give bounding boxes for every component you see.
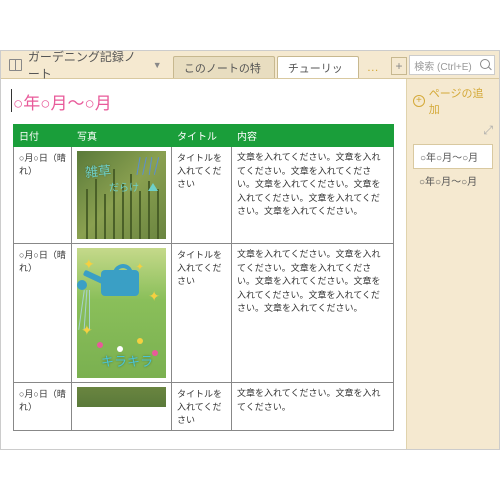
notebook-icon [9,59,22,71]
top-toolbar: ガーデニング記録ノート ▼ このノートの特長 チューリップ … + 検索 (Ct… [1,51,499,79]
date-cell[interactable]: ○月○日（晴れ） [14,383,72,431]
ink-scribble [136,157,160,181]
content-cell[interactable]: 文章を入れてください。文章を入れてください。文章を入れてください。文章を入れてく… [232,147,394,244]
ink-annotation: だらけ [109,179,139,194]
table-row: ○月○日（晴れ） ✦ ✦ ✦ ✦ キラキラ [14,244,394,383]
photo-partial [77,387,166,407]
photo-cell[interactable]: ✦ ✦ ✦ ✦ キラキラ [72,244,172,383]
page-canvas[interactable]: ○年○月～○月 日付 写真 タイトル 内容 ○月○日（晴れ） [1,79,407,449]
page-list-item[interactable]: ○年○月～○月 [413,169,493,192]
title-cell[interactable]: タイトルを入れてください [172,244,232,383]
tab-features[interactable]: このノートの特長 [173,56,275,78]
tabs-overflow-icon[interactable]: … [361,60,385,74]
title-cell[interactable]: タイトルを入れてください [172,147,232,244]
content-cell[interactable]: 文章を入れてください。文章を入れてください。 [232,383,394,431]
pin-icon[interactable]: ⤢ [413,123,493,138]
photo-watering: ✦ ✦ ✦ ✦ キラキラ [77,248,166,378]
ink-sparkle: ✦ [83,256,95,273]
page-list-item[interactable]: ○年○月～○月 [413,144,493,169]
text-cursor [11,89,12,112]
tab-tulip[interactable]: チューリップ [277,56,359,78]
photo-weeds: 雑草 だらけ [77,151,166,239]
page-sidebar: + ページの追加 ⤢ ○年○月～○月 ○年○月～○月 [407,79,499,449]
search-icon [480,59,490,69]
photo-cell[interactable]: 雑草 だらけ [72,147,172,244]
notebook-title[interactable]: ガーデニング記録ノート [28,48,148,82]
col-header-title[interactable]: タイトル [172,125,232,147]
date-cell[interactable]: ○月○日（晴れ） [14,147,72,244]
col-header-photo[interactable]: 写真 [72,125,172,147]
page-title[interactable]: ○年○月～○月 [13,89,394,114]
ink-triangle [148,183,158,191]
table-row: ○月○日（晴れ） 雑草 だらけ タイトルを入れてください 文章を入れてくだ [14,147,394,244]
table-row: ○月○日（晴れ） タイトルを入れてください 文章を入れてください。文章を入れてく… [14,383,394,431]
col-header-content[interactable]: 内容 [232,125,394,147]
ink-annotation: 雑草 [84,160,112,181]
title-cell[interactable]: タイトルを入れてください [172,383,232,431]
chevron-down-icon[interactable]: ▼ [153,60,162,70]
col-header-date[interactable]: 日付 [14,125,72,147]
search-input[interactable]: 検索 (Ctrl+E) [409,55,495,75]
plus-circle-icon: + [413,95,425,107]
ink-sparkle: ✦ [148,288,160,305]
content-cell[interactable]: 文章を入れてください。文章を入れてください。文章を入れてください。文章を入れてく… [232,244,394,383]
ink-annotation: キラキラ [101,351,153,370]
gardening-log-table: 日付 写真 タイトル 内容 ○月○日（晴れ） 雑草 だらけ [13,124,394,431]
photo-cell[interactable] [72,383,172,431]
new-tab-button[interactable]: + [391,57,408,75]
search-placeholder: 検索 (Ctrl+E) [414,62,472,73]
add-page-button[interactable]: + ページの追加 [413,85,493,117]
date-cell[interactable]: ○月○日（晴れ） [14,244,72,383]
ink-sparkle: ✦ [81,322,93,339]
ink-sparkle: ✦ [136,262,144,273]
